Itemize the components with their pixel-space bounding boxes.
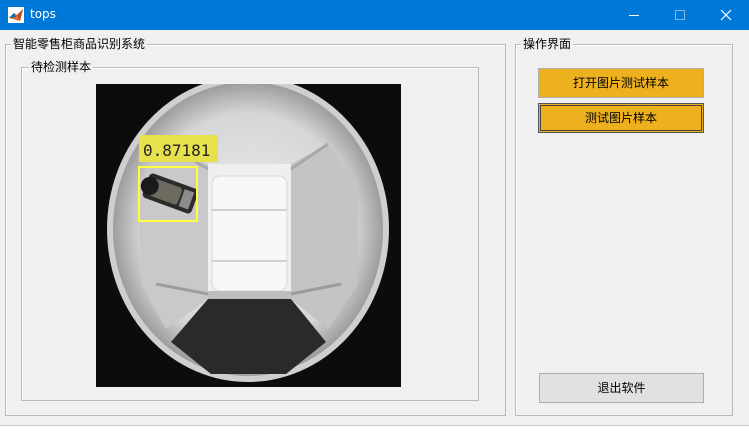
- exit-button[interactable]: 退出软件: [539, 373, 704, 403]
- operations-panel-title: 操作界面: [521, 37, 574, 51]
- maximize-button[interactable]: [657, 0, 703, 30]
- close-button[interactable]: [703, 0, 749, 30]
- detection-score: 0.87181: [143, 141, 210, 160]
- sample-image-graphic: 0.87181: [96, 84, 401, 387]
- window-title: tops: [30, 7, 56, 21]
- sample-image: 0.87181: [96, 84, 401, 387]
- close-icon: [720, 9, 732, 21]
- test-image-button[interactable]: 测试图片样本: [538, 103, 704, 133]
- sample-panel-title: 待检测样本: [29, 60, 94, 74]
- matlab-icon: [8, 7, 24, 23]
- title-bar: tops: [0, 0, 749, 30]
- main-panel-title: 智能零售柜商品识别系统: [11, 37, 148, 51]
- minimize-icon: [629, 15, 639, 16]
- operations-panel: [515, 44, 733, 416]
- open-test-image-button[interactable]: 打开图片测试样本: [538, 68, 704, 98]
- minimize-button[interactable]: [611, 0, 657, 30]
- maximize-icon: [675, 10, 685, 20]
